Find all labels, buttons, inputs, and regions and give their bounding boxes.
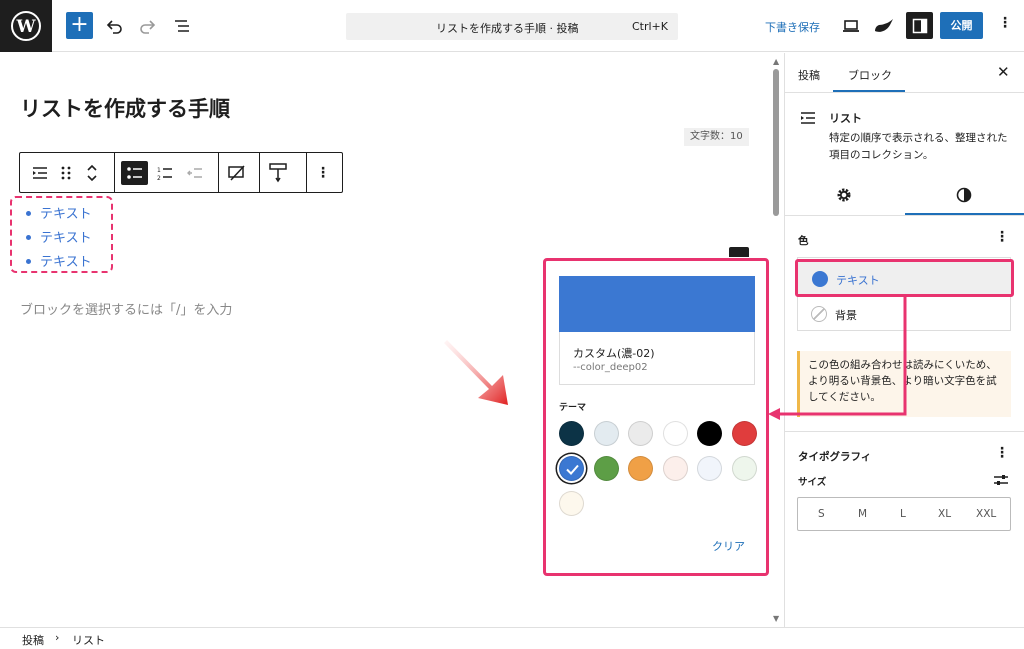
- list-block[interactable]: テキスト テキスト テキスト: [10, 196, 113, 273]
- close-sidebar-icon[interactable]: ✕: [997, 63, 1010, 81]
- move-up-down-icon[interactable]: [80, 161, 104, 185]
- block-options-icon[interactable]: ⋮: [311, 161, 335, 185]
- svg-text:1: 1: [157, 167, 161, 174]
- settings-sidebar: 投稿 ブロック ✕ リスト 特定の順序で表示される、整理された項目のコレクション…: [784, 53, 1024, 627]
- check-icon: [566, 464, 579, 475]
- clear-color-button[interactable]: クリア: [712, 538, 745, 554]
- typography-heading: タイポグラフィ: [798, 451, 872, 463]
- document-overview-icon[interactable]: [170, 14, 194, 38]
- size-l[interactable]: L: [900, 508, 906, 520]
- theme-color-swatch[interactable]: [697, 421, 722, 446]
- list-bullet-icon: [26, 259, 31, 264]
- redo-icon[interactable]: [136, 14, 160, 38]
- color-variable: --color_deep02: [573, 362, 648, 373]
- font-size-picker: S M L XL XXL: [797, 497, 1011, 531]
- list-item[interactable]: テキスト: [40, 251, 92, 270]
- publish-button[interactable]: 公開: [940, 12, 983, 39]
- selected-color-info: カスタム(濃-02) --color_deep02: [559, 332, 755, 385]
- theme-color-swatch[interactable]: [662, 456, 688, 481]
- block-toolbar: 12 ⋮: [19, 152, 343, 193]
- command-title: リストを作成する手順 · 投稿: [436, 22, 579, 35]
- color-picker-popover: カスタム(濃-02) --color_deep02 テーマ クリア: [543, 258, 769, 576]
- list-item[interactable]: テキスト: [40, 227, 92, 246]
- selected-color-preview[interactable]: [559, 276, 755, 332]
- tab-block[interactable]: ブロック: [848, 67, 892, 83]
- svg-text:W: W: [15, 17, 36, 37]
- chevron-right-icon: ›: [55, 631, 60, 644]
- breadcrumb-list[interactable]: リスト: [72, 632, 105, 648]
- text-color-indicator: [812, 271, 828, 287]
- text-color-label: テキスト: [836, 274, 880, 287]
- breadcrumb-post[interactable]: 投稿: [22, 632, 44, 648]
- background-color-indicator: [811, 306, 827, 322]
- character-count: 文字数：10: [684, 128, 749, 146]
- list-bullet-icon: [26, 211, 31, 216]
- list-block-icon[interactable]: [28, 161, 52, 185]
- size-xl[interactable]: XL: [938, 508, 951, 520]
- list-block-icon: [799, 109, 817, 130]
- hide-block-icon[interactable]: [225, 161, 249, 185]
- theme-color-swatch[interactable]: [731, 456, 757, 481]
- breadcrumb: 投稿 › リスト: [0, 627, 1024, 649]
- text-color-item[interactable]: テキスト: [795, 259, 1014, 297]
- scrollbar-thumb[interactable]: [773, 69, 779, 216]
- drag-handle-icon[interactable]: [54, 161, 78, 185]
- typography-options-icon[interactable]: ⋮: [995, 445, 1009, 461]
- list-bullet-icon: [26, 235, 31, 240]
- undo-icon[interactable]: [102, 14, 126, 38]
- save-draft-button[interactable]: 下書き保存: [765, 19, 820, 35]
- block-name: リスト: [829, 112, 862, 125]
- block-placeholder[interactable]: ブロックを選択するには「/」を入力: [20, 299, 232, 318]
- theme-color-swatch[interactable]: [662, 421, 688, 446]
- ordered-list-icon[interactable]: 12: [153, 161, 177, 185]
- contrast-warning: この色の組み合わせは読みにくいため、より明るい背景色、より暗い文字色を試してくだ…: [797, 351, 1011, 417]
- list-item[interactable]: テキスト: [40, 203, 92, 222]
- unordered-list-icon[interactable]: [121, 161, 148, 185]
- popover-anchor: [729, 247, 749, 257]
- color-section-heading: 色: [798, 235, 809, 247]
- theme-color-swatch[interactable]: [628, 456, 653, 481]
- wordpress-logo-icon[interactable]: W: [0, 0, 52, 52]
- block-description: 特定の順序で表示される、整理された項目のコレクション。: [829, 132, 1008, 161]
- color-options-icon[interactable]: ⋮: [995, 229, 1009, 245]
- top-toolbar: W + リストを作成する手順 · 投稿 Ctrl+K 下書き保存 公開 ⋮: [0, 0, 1024, 52]
- svg-text:2: 2: [157, 175, 161, 182]
- theme-color-swatch[interactable]: [559, 491, 584, 516]
- paint-roller-icon[interactable]: [266, 161, 290, 185]
- custom-size-icon[interactable]: [993, 473, 1009, 490]
- size-xxl[interactable]: XXL: [976, 508, 996, 520]
- scroll-up-icon[interactable]: ▲: [773, 57, 779, 66]
- options-menu-icon[interactable]: ⋮: [998, 15, 1012, 31]
- font-size-label: サイズ: [798, 477, 827, 488]
- theme-palette-label: テーマ: [559, 403, 587, 413]
- theme-color-swatch[interactable]: [593, 421, 619, 446]
- post-title[interactable]: リストを作成する手順: [20, 93, 230, 123]
- theme-color-swatch[interactable]: [731, 421, 757, 446]
- gear-icon[interactable]: [836, 187, 852, 206]
- size-m[interactable]: M: [858, 508, 867, 520]
- background-color-item[interactable]: 背景: [835, 307, 857, 323]
- outdent-icon[interactable]: [183, 161, 207, 185]
- styles-half-circle-icon[interactable]: [956, 187, 972, 206]
- site-style-icon[interactable]: [872, 14, 896, 38]
- theme-color-swatch[interactable]: [559, 421, 584, 446]
- theme-color-swatch[interactable]: [593, 456, 619, 481]
- size-s[interactable]: S: [818, 508, 825, 520]
- preview-desktop-icon[interactable]: [839, 14, 863, 38]
- theme-color-swatch[interactable]: [697, 456, 722, 481]
- tab-post[interactable]: 投稿: [798, 67, 820, 83]
- command-shortcut: Ctrl+K: [631, 20, 668, 33]
- scroll-down-icon[interactable]: ▼: [773, 614, 779, 623]
- theme-color-swatch[interactable]: [559, 456, 584, 481]
- command-palette-bar[interactable]: リストを作成する手順 · 投稿 Ctrl+K: [346, 13, 678, 40]
- add-block-button[interactable]: +: [66, 12, 93, 39]
- settings-panel-toggle-icon[interactable]: [906, 12, 933, 39]
- theme-color-swatch[interactable]: [628, 421, 653, 446]
- color-name: カスタム(濃-02): [573, 347, 655, 360]
